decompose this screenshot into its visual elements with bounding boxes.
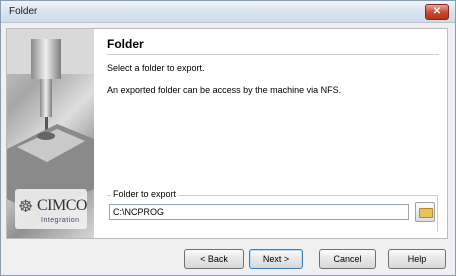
folder-icon <box>419 208 433 218</box>
page-title: Folder <box>107 37 144 51</box>
cimco-logo: ☸ CIMCO Integration <box>15 189 87 229</box>
button-bar: < Back Next > Cancel Help <box>1 241 455 275</box>
help-button[interactable]: Help <box>388 249 446 269</box>
wizard-panel: ☸ CIMCO Integration Folder Select a fold… <box>6 28 448 239</box>
close-button[interactable]: ✕ <box>425 4 449 20</box>
logo-subtext: Integration <box>41 217 80 224</box>
cancel-button[interactable]: Cancel <box>319 249 376 269</box>
heading-divider <box>107 54 439 55</box>
group-label: Folder to export <box>111 189 179 199</box>
title-bar: Folder ✕ <box>1 1 455 23</box>
side-image: ☸ CIMCO Integration <box>7 29 94 238</box>
window-title: Folder <box>9 6 38 17</box>
next-button[interactable]: Next > <box>249 249 303 269</box>
instruction-text: Select a folder to export. <box>107 63 205 73</box>
folder-path-input[interactable]: C:\NCPROG <box>109 204 409 220</box>
browse-folder-button[interactable] <box>415 202 435 222</box>
back-button[interactable]: < Back <box>184 249 244 269</box>
logo-text: CIMCO <box>37 197 87 214</box>
dialog-window: Folder ✕ ☸ CIMCO Integration Folder Sele… <box>0 0 456 276</box>
folder-export-group: Folder to export C:\NCPROG <box>107 189 438 232</box>
description-text: An exported folder can be access by the … <box>107 85 342 95</box>
logo-mark-icon: ☸ <box>18 197 34 216</box>
